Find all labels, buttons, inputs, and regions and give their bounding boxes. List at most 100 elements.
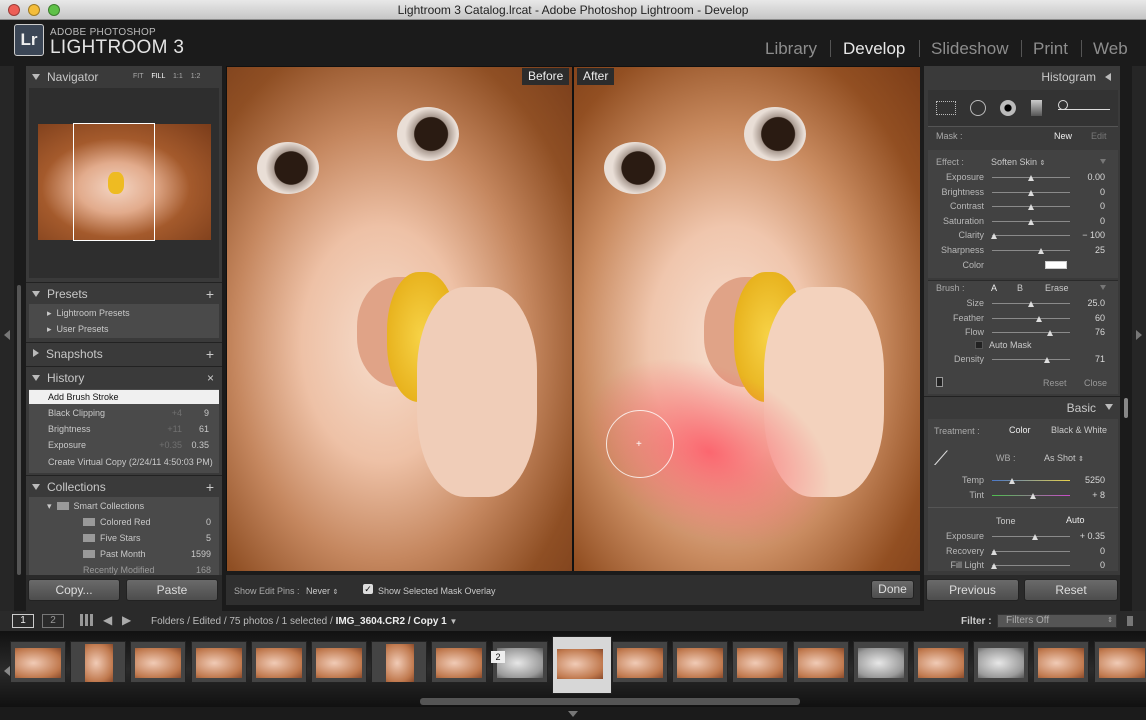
effect-color-swatch[interactable] (1045, 261, 1067, 269)
graduated-filter-icon[interactable] (1031, 100, 1042, 116)
slider-value[interactable]: 0 (1070, 187, 1105, 197)
slider-value[interactable]: 5250 (1070, 475, 1105, 485)
filmstrip-thumbnail[interactable] (311, 641, 367, 683)
add-snapshot-icon[interactable]: + (206, 343, 214, 365)
expand-triangle-icon[interactable] (1105, 404, 1113, 410)
slider-handle[interactable] (1028, 189, 1034, 196)
effect-collapse-icon[interactable] (1100, 159, 1106, 164)
crop-tool-icon[interactable] (936, 101, 956, 115)
history-item[interactable]: Add Brush Stroke (48, 392, 119, 402)
paste-settings-button[interactable]: Paste (126, 579, 218, 601)
navigator-view-frame[interactable] (73, 123, 155, 241)
minimize-window-button[interactable] (28, 4, 40, 16)
filter-lock-icon[interactable] (1127, 616, 1133, 626)
slider-track[interactable] (992, 359, 1070, 360)
basic-header[interactable]: Basic (924, 396, 1120, 418)
collection-item[interactable]: Colored Red 0 (83, 517, 211, 527)
filter-select[interactable]: Filters Off ⇕ (997, 614, 1117, 628)
after-image[interactable] (574, 67, 920, 571)
slider-value[interactable]: 0 (1070, 546, 1105, 556)
history-header[interactable]: History × (26, 366, 222, 388)
forward-arrow-icon[interactable]: ▶ (122, 613, 131, 627)
snapshots-header[interactable]: Snapshots + (26, 342, 222, 364)
add-collection-icon[interactable]: + (206, 476, 214, 498)
filmstrip-thumbnail[interactable] (732, 641, 789, 683)
slider-track[interactable] (992, 317, 1070, 319)
collection-item-clipped[interactable]: Recently Modified 168 (29, 565, 219, 575)
collection-item[interactable]: Five Stars 5 (83, 533, 211, 543)
brush-erase-button[interactable]: Erase (1045, 283, 1069, 293)
treatment-bw-button[interactable]: Black & White (1051, 425, 1107, 435)
reset-button[interactable]: Reset (1024, 579, 1118, 601)
slider-value[interactable]: − 100 (1070, 230, 1105, 240)
slider-value[interactable]: 76 (1070, 327, 1105, 337)
collection-item[interactable]: Past Month 1599 (83, 549, 211, 559)
treatment-color-button[interactable]: Color (1009, 425, 1031, 435)
slider-handle[interactable] (990, 563, 997, 570)
slider-track[interactable] (992, 565, 1070, 567)
slider-track[interactable] (992, 550, 1070, 552)
slider-handle[interactable] (1028, 175, 1034, 181)
filmstrip-thumbnail[interactable] (913, 641, 969, 683)
preset-folder-lightroom[interactable]: ▸ Lightroom Presets (47, 308, 130, 319)
mask-new-button[interactable]: New (1054, 131, 1072, 141)
history-item[interactable]: Black Clipping (48, 408, 105, 418)
slider-handle[interactable] (1031, 534, 1038, 540)
red-eye-icon[interactable] (1000, 100, 1016, 116)
filmstrip-thumbnail[interactable] (130, 641, 187, 683)
auto-mask-checkbox[interactable] (975, 341, 983, 349)
history-item[interactable]: Create Virtual Copy (2/24/11 4:50:03 PM) (48, 457, 213, 467)
filmstrip-thumbnail[interactable] (371, 641, 428, 683)
slider-track[interactable] (992, 250, 1070, 251)
history-item[interactable]: Brightness (48, 424, 91, 434)
before-image[interactable] (227, 67, 572, 571)
preset-folder-user[interactable]: ▸ User Presets (47, 324, 109, 335)
slider-value[interactable]: + 0.35 (1070, 531, 1105, 541)
filmstrip-thumbnail[interactable] (792, 641, 849, 683)
zoom-fill[interactable]: FILL (151, 73, 165, 80)
slider-value[interactable]: 60 (1070, 313, 1105, 323)
left-scrollbar[interactable] (17, 285, 21, 575)
zoom-fit[interactable]: FIT (133, 73, 143, 80)
white-balance-eyedropper-icon[interactable]: ⟋ (934, 448, 964, 472)
brush-a-button[interactable]: A (991, 283, 997, 293)
collapse-right-panel-icon[interactable] (1136, 330, 1142, 340)
tone-auto-button[interactable]: Auto (1066, 515, 1085, 525)
collections-header[interactable]: Collections + (26, 475, 222, 497)
slider-value[interactable]: 0 (1070, 560, 1105, 570)
module-develop[interactable]: Develop (843, 39, 905, 59)
brush-close-button[interactable]: Close (1084, 378, 1107, 388)
slider-track[interactable] (992, 235, 1070, 237)
slider-value[interactable]: 0 (1070, 216, 1105, 226)
filmstrip-thumbnail[interactable] (973, 641, 1030, 683)
filmstrip-thumbnail[interactable] (70, 641, 127, 683)
history-item[interactable]: Exposure (48, 440, 86, 450)
filmstrip-thumbnail[interactable] (1033, 641, 1090, 683)
module-print[interactable]: Print (1033, 39, 1068, 59)
filmstrip-thumbnail[interactable] (852, 641, 909, 683)
slider-value[interactable]: + 8 (1070, 490, 1105, 500)
main-window-button[interactable]: 1 (12, 614, 34, 628)
slider-value[interactable]: 71 (1070, 354, 1105, 364)
edit-pins-select[interactable]: Never ⇕ (306, 586, 338, 596)
effect-select[interactable]: Soften Skin ⇕ (991, 157, 1045, 167)
zoom-1-1[interactable]: 1:1 (173, 73, 183, 80)
clear-history-icon[interactable]: × (207, 367, 214, 389)
filmstrip-thumbnail[interactable] (10, 641, 66, 683)
slider-handle[interactable] (1038, 248, 1045, 254)
mask-overlay-checkbox[interactable]: ✓ (363, 584, 373, 594)
filmstrip-thumbnail[interactable] (1093, 641, 1146, 683)
module-slideshow[interactable]: Slideshow (931, 39, 1009, 59)
slider-value[interactable]: 0 (1070, 201, 1105, 211)
done-button[interactable]: Done (871, 580, 914, 599)
zoom-window-button[interactable] (48, 4, 60, 16)
grid-view-icon[interactable] (80, 614, 94, 626)
collapsed-triangle-icon[interactable] (1105, 73, 1111, 81)
second-window-button[interactable]: 2 (42, 614, 64, 628)
histogram-header[interactable]: Histogram (924, 66, 1120, 88)
slider-handle[interactable] (1028, 218, 1034, 225)
filmstrip-thumbnail[interactable] (551, 636, 612, 694)
smart-collections-group[interactable]: ▾ Smart Collections (47, 501, 144, 512)
close-window-button[interactable] (8, 4, 20, 16)
right-scrollbar[interactable] (1124, 398, 1128, 418)
